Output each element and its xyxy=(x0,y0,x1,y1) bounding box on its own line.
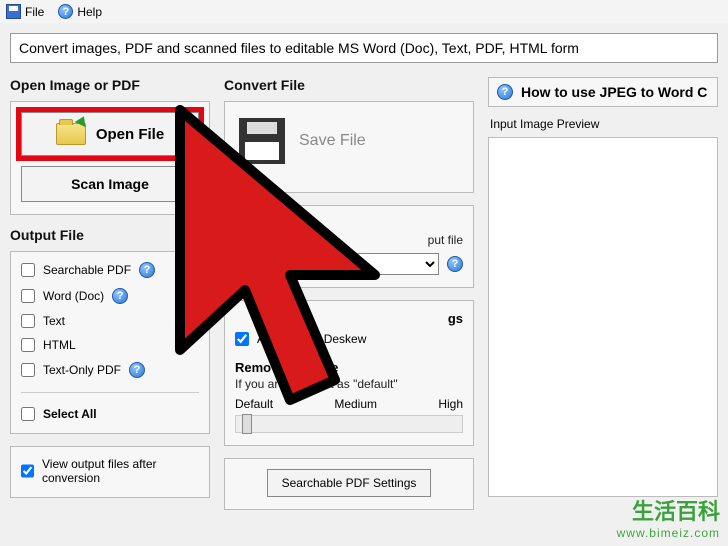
checkbox-html[interactable] xyxy=(21,338,35,352)
help-icon[interactable]: ? xyxy=(139,262,155,278)
menu-file-label: File xyxy=(25,5,44,19)
checkbox-text[interactable] xyxy=(21,314,35,328)
checkbox-view-output[interactable] xyxy=(21,464,34,478)
lang-subtext: put file xyxy=(235,233,463,247)
label-deskew: Deskew xyxy=(324,332,367,346)
checkbox-word[interactable] xyxy=(21,289,35,303)
language-select[interactable] xyxy=(349,253,439,275)
help-icon[interactable]: ? xyxy=(129,362,145,378)
scan-image-label: Scan Image xyxy=(71,176,149,192)
label-word: Word (Doc) xyxy=(43,289,104,303)
menubar: File ? Help xyxy=(0,0,728,23)
slider-label-low: Default xyxy=(235,397,273,411)
checkbox-auto[interactable] xyxy=(235,332,249,346)
floppy-icon xyxy=(239,118,285,164)
checkbox-text-only-pdf[interactable] xyxy=(21,363,35,377)
remove-lines-heading: Remove n Image xyxy=(235,360,463,375)
convert-section-title: Convert File xyxy=(224,77,474,93)
save-file-label: Save File xyxy=(299,132,366,150)
open-file-button[interactable]: Open File xyxy=(21,112,199,156)
searchable-pdf-fieldset: Searchable PDF Settings xyxy=(224,458,474,510)
preview-label: Input Image Preview xyxy=(490,117,718,131)
open-fieldset: Open File Scan Image xyxy=(10,101,210,215)
help-icon: ? xyxy=(497,84,513,100)
searchable-pdf-settings-label: Searchable PDF Settings xyxy=(282,476,417,490)
menu-help[interactable]: ? Help xyxy=(58,4,102,19)
label-view-output: View output files after conversion xyxy=(42,457,199,485)
output-section-title: Output File xyxy=(10,227,210,243)
help-icon[interactable]: ? xyxy=(447,256,463,272)
scan-image-button[interactable]: Scan Image xyxy=(21,166,199,202)
label-searchable-pdf: Searchable PDF xyxy=(43,263,131,277)
label-select-all: Select All xyxy=(43,407,97,421)
slider-thumb[interactable] xyxy=(242,414,252,434)
remove-lines-note: If you are n keep it as "default" xyxy=(235,377,463,391)
howto-header[interactable]: ? How to use JPEG to Word C xyxy=(488,77,718,107)
open-file-label: Open File xyxy=(96,126,164,143)
save-icon xyxy=(6,4,21,19)
output-fieldset: Searchable PDF ? Word (Doc) ? Text HTML xyxy=(10,251,210,434)
open-section-title: Open Image or PDF xyxy=(10,77,210,93)
checkbox-deskew[interactable] xyxy=(302,332,316,346)
view-output-fieldset: View output files after conversion xyxy=(10,446,210,498)
help-icon[interactable]: ? xyxy=(112,288,128,304)
label-html: HTML xyxy=(43,338,76,352)
menu-file[interactable]: File xyxy=(6,4,44,19)
watermark-brand: 生活百科 xyxy=(632,499,720,524)
howto-label: How to use JPEG to Word C xyxy=(521,84,707,100)
menu-help-label: Help xyxy=(77,5,102,19)
label-text-only-pdf: Text-Only PDF xyxy=(43,363,121,377)
description-banner: Convert images, PDF and scanned files to… xyxy=(10,33,718,63)
settings-heading-partial: gs xyxy=(235,311,463,326)
watermark: 生活百科 www.bimeiz.com xyxy=(617,494,720,540)
convert-fieldset: Save File xyxy=(224,101,474,193)
slider-label-high: High xyxy=(438,397,463,411)
checkbox-select-all[interactable] xyxy=(21,407,35,421)
checkbox-searchable-pdf[interactable] xyxy=(21,263,35,277)
settings-fieldset: gs Au Deskew Remove n Image If you are n… xyxy=(224,300,474,446)
remove-lines-slider[interactable] xyxy=(235,415,463,433)
label-text: Text xyxy=(43,314,65,328)
input-image-preview xyxy=(488,137,718,497)
language-fieldset: . put file ? xyxy=(224,205,474,288)
watermark-url: www.bimeiz.com xyxy=(617,526,720,540)
label-auto: Au xyxy=(257,332,272,346)
searchable-pdf-settings-button[interactable]: Searchable PDF Settings xyxy=(267,469,432,497)
folder-icon xyxy=(56,123,86,145)
help-icon: ? xyxy=(58,4,73,19)
slider-label-mid: Medium xyxy=(334,397,377,411)
save-file-button[interactable]: Save File xyxy=(235,112,463,180)
